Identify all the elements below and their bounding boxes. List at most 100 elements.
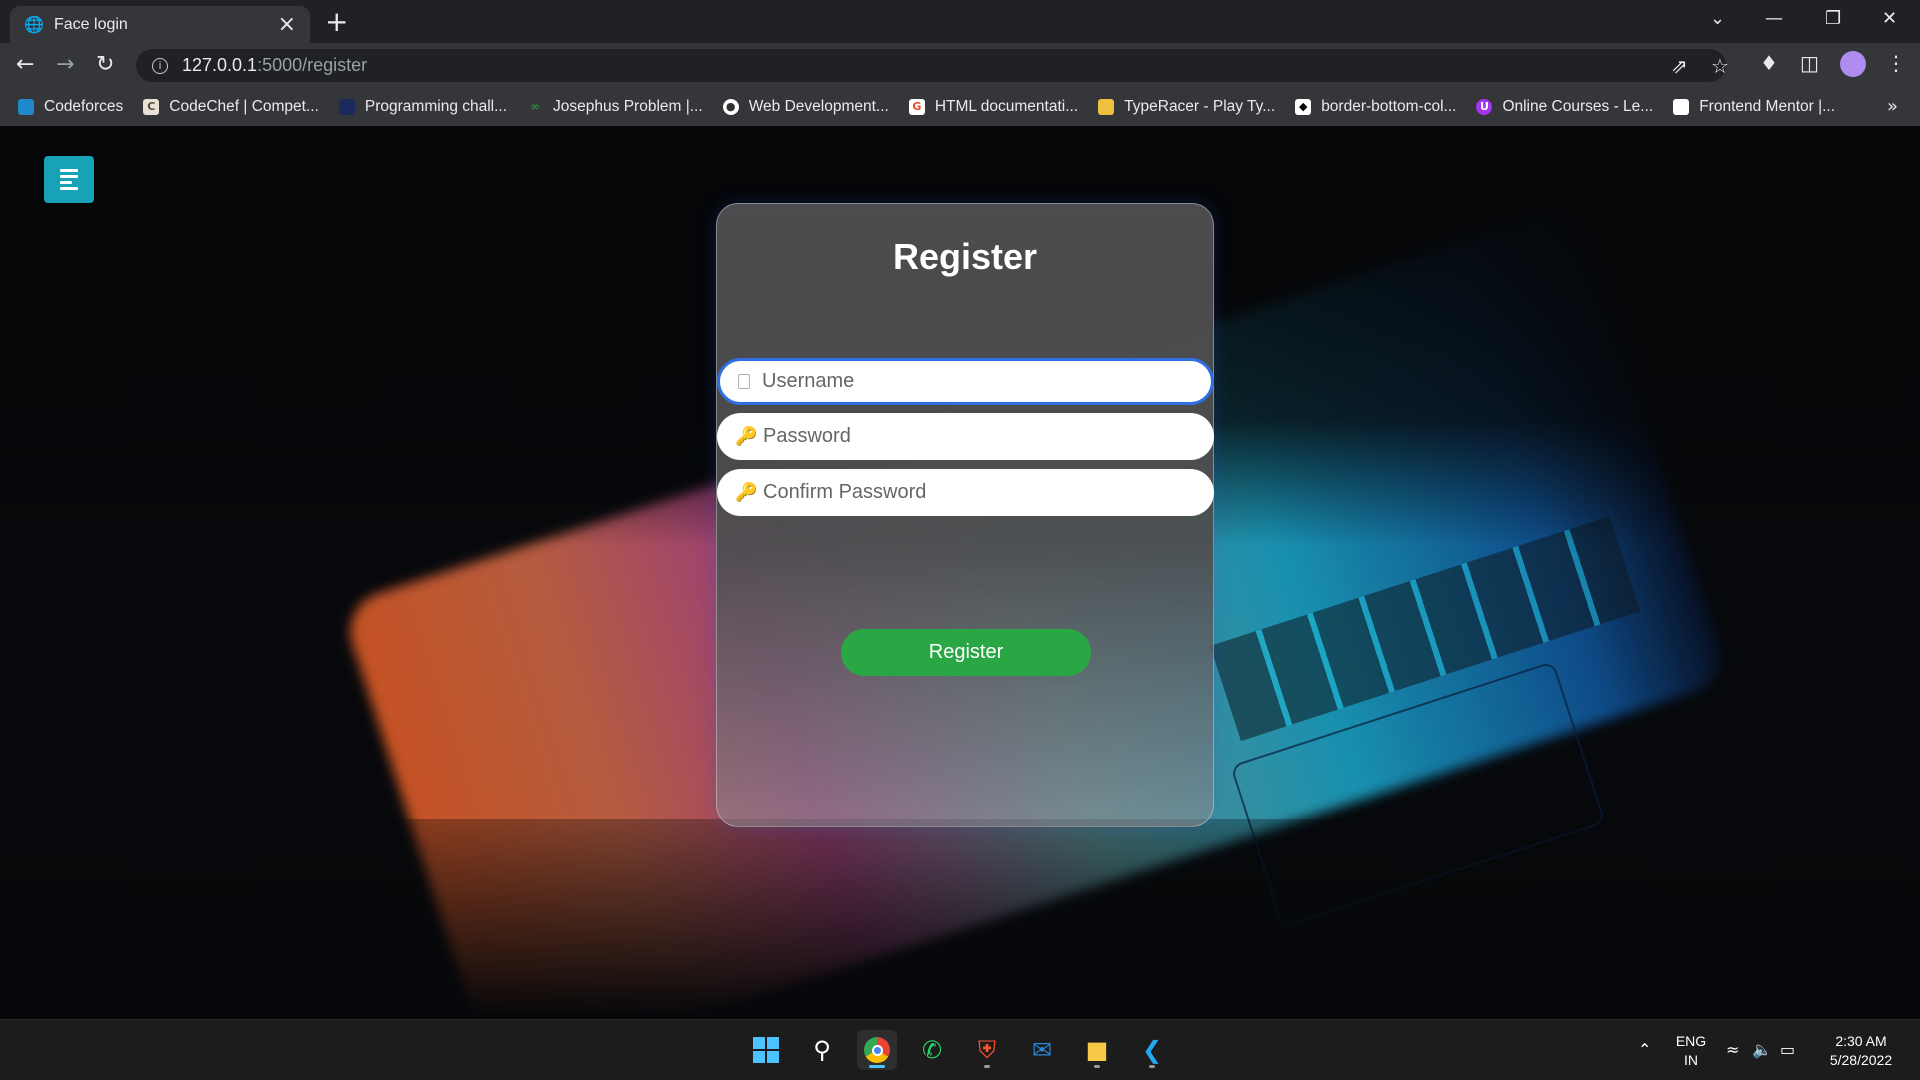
clock-time: 2:30 AM — [1835, 1033, 1887, 1049]
bookmark-label: Online Courses - Le... — [1502, 98, 1654, 115]
user-icon — [738, 374, 750, 389]
menu-icon — [60, 175, 78, 178]
reload-icon[interactable]: ↻ — [96, 52, 114, 78]
clock[interactable]: 2:30 AM 5/28/2022 — [1812, 1032, 1910, 1070]
volume-icon[interactable]: 🔈 — [1752, 1040, 1772, 1059]
extensions-icon[interactable]: ♦ — [1760, 51, 1778, 75]
password-field[interactable]: 🔑 — [717, 413, 1214, 460]
sidebar-toggle-button[interactable] — [44, 156, 94, 203]
browser-tab[interactable]: 🌐 Face login × — [10, 6, 310, 43]
bookmark-label: TypeRacer - Play Ty... — [1124, 98, 1276, 115]
logo-square — [767, 1037, 779, 1049]
menu-icon — [60, 187, 78, 190]
bookmark-item[interactable]: Frontend Mentor |... — [1673, 98, 1835, 116]
running-indicator — [1094, 1065, 1100, 1068]
key-icon: 🔑 — [735, 481, 758, 503]
windows-logo — [753, 1037, 779, 1063]
bookmark-label: Frontend Mentor |... — [1699, 98, 1836, 115]
show-hidden-icons-icon[interactable]: ⌃ — [1638, 1040, 1651, 1059]
bookmark-label: HTML documentati... — [934, 98, 1079, 115]
chrome-logo-center — [871, 1044, 883, 1056]
bookmark-label: Web Development... — [748, 98, 889, 115]
wifi-icon[interactable]: ≈ — [1726, 1040, 1739, 1059]
windows-start-icon[interactable] — [746, 1030, 786, 1070]
close-window-icon[interactable]: ✕ — [1882, 8, 1897, 29]
battery-icon[interactable]: ▭ — [1780, 1040, 1795, 1059]
running-indicator — [984, 1065, 990, 1068]
browser-toolbar: ← → ↻ i 127.0.0.1:5000/register ⇗ ☆ ♦ ◫ … — [0, 43, 1920, 88]
side-panel-icon[interactable]: ◫ — [1800, 51, 1819, 75]
site-info-icon[interactable]: i — [152, 57, 168, 74]
bookmark-star-icon[interactable]: ☆ — [1711, 54, 1729, 78]
register-title: Register — [892, 236, 1038, 277]
forward-icon[interactable]: → — [56, 52, 74, 78]
chrome-logo — [864, 1037, 890, 1063]
html-doc-icon: G — [908, 99, 925, 115]
bookmark-item[interactable]: Codeforces — [18, 98, 123, 116]
share-icon[interactable]: ⇗ — [1671, 54, 1688, 78]
back-icon[interactable]: ← — [16, 52, 34, 78]
menu-icon — [60, 169, 78, 172]
username-field[interactable] — [717, 358, 1214, 405]
chrome-icon[interactable] — [857, 1030, 897, 1070]
more-bookmarks-icon[interactable]: » — [1887, 96, 1898, 117]
language-indicator[interactable]: ENG IN — [1666, 1032, 1716, 1070]
typeracer-icon — [1098, 99, 1115, 115]
clock-date: 5/28/2022 — [1829, 1052, 1893, 1068]
url-text: 127.0.0.1:5000/register — [182, 55, 367, 76]
mail-icon[interactable]: ✉ — [1022, 1030, 1062, 1070]
minimize-icon[interactable]: — — [1765, 8, 1783, 29]
new-tab-icon[interactable]: + — [325, 8, 348, 36]
frontend-mentor-icon — [1673, 99, 1690, 115]
bookmark-item[interactable]: U Online Courses - Le... — [1476, 98, 1653, 116]
logo-square — [753, 1051, 765, 1063]
brave-icon[interactable]: ⛨ — [967, 1030, 1007, 1070]
bookmark-label: Josephus Problem |... — [553, 98, 703, 115]
background-shade-bottom — [0, 819, 1920, 1019]
menu-kebab-icon[interactable]: ⋮ — [1886, 51, 1906, 75]
language-code: ENG — [1675, 1033, 1707, 1049]
bookmark-item[interactable]: TypeRacer - Play Ty... — [1098, 98, 1275, 116]
udemy-icon: U — [1476, 99, 1493, 115]
page-viewport: Register 🔑 🔑 Register — [0, 126, 1920, 1019]
codechef-icon: C — [143, 99, 160, 115]
bookmark-label: CodeChef | Compet... — [169, 98, 319, 115]
vscode-icon[interactable]: ❮ — [1132, 1030, 1172, 1070]
register-card: Register 🔑 🔑 Register — [716, 203, 1214, 827]
bookmark-item[interactable]: G HTML documentati... — [908, 98, 1079, 116]
confirm-password-input[interactable] — [763, 481, 1183, 504]
region-code: IN — [1684, 1052, 1698, 1068]
file-explorer-icon[interactable]: ■ — [1077, 1030, 1117, 1070]
codeforces-icon — [18, 99, 34, 115]
bookmark-item[interactable]: C CodeChef | Compet... — [143, 98, 319, 116]
confirm-password-field[interactable]: 🔑 — [717, 469, 1214, 516]
bookmark-label: Codeforces — [44, 98, 124, 115]
bookmark-item[interactable]: Programming chall... — [338, 98, 507, 116]
password-input[interactable] — [763, 425, 1183, 448]
close-tab-icon[interactable]: × — [278, 13, 296, 36]
tab-strip: 🌐 Face login × + ⌄ — ❐ ✕ — [0, 0, 1920, 43]
bookmark-item[interactable]: ∞ Josephus Problem |... — [527, 98, 703, 116]
active-indicator — [869, 1065, 885, 1068]
bookmark-item[interactable]: ● Web Development... — [722, 98, 889, 116]
geeksforgeeks-icon: ∞ — [530, 100, 540, 113]
address-bar[interactable]: i 127.0.0.1:5000/register ⇗ ☆ — [136, 49, 1729, 82]
bookmark-label: border-bottom-col... — [1321, 98, 1457, 115]
restore-icon[interactable]: ❐ — [1825, 8, 1841, 29]
register-button[interactable]: Register — [841, 629, 1091, 676]
codepen-icon: ◆ — [1295, 99, 1312, 115]
username-input[interactable] — [762, 370, 1182, 393]
logo-square — [753, 1037, 765, 1049]
web-dev-icon: ● — [722, 99, 739, 115]
profile-avatar[interactable] — [1840, 51, 1866, 77]
bookmark-item[interactable]: ◆ border-bottom-col... — [1295, 98, 1456, 116]
tab-search-chevron-icon[interactable]: ⌄ — [1710, 8, 1725, 29]
tab-title: Face login — [54, 15, 128, 33]
url-host: 127.0.0.1 — [182, 55, 258, 75]
search-icon[interactable]: ⚲ — [802, 1030, 842, 1070]
running-indicator — [1149, 1065, 1155, 1068]
globe-icon: 🌐 — [24, 14, 44, 34]
whatsapp-icon[interactable]: ✆ — [912, 1030, 952, 1070]
menu-icon — [60, 181, 72, 184]
windows-taskbar: ⚲ ✆ ⛨ ✉ ■ ❮ ⌃ ENG IN ≈ 🔈 ▭ 2:30 AM 5/28/… — [0, 1019, 1920, 1080]
